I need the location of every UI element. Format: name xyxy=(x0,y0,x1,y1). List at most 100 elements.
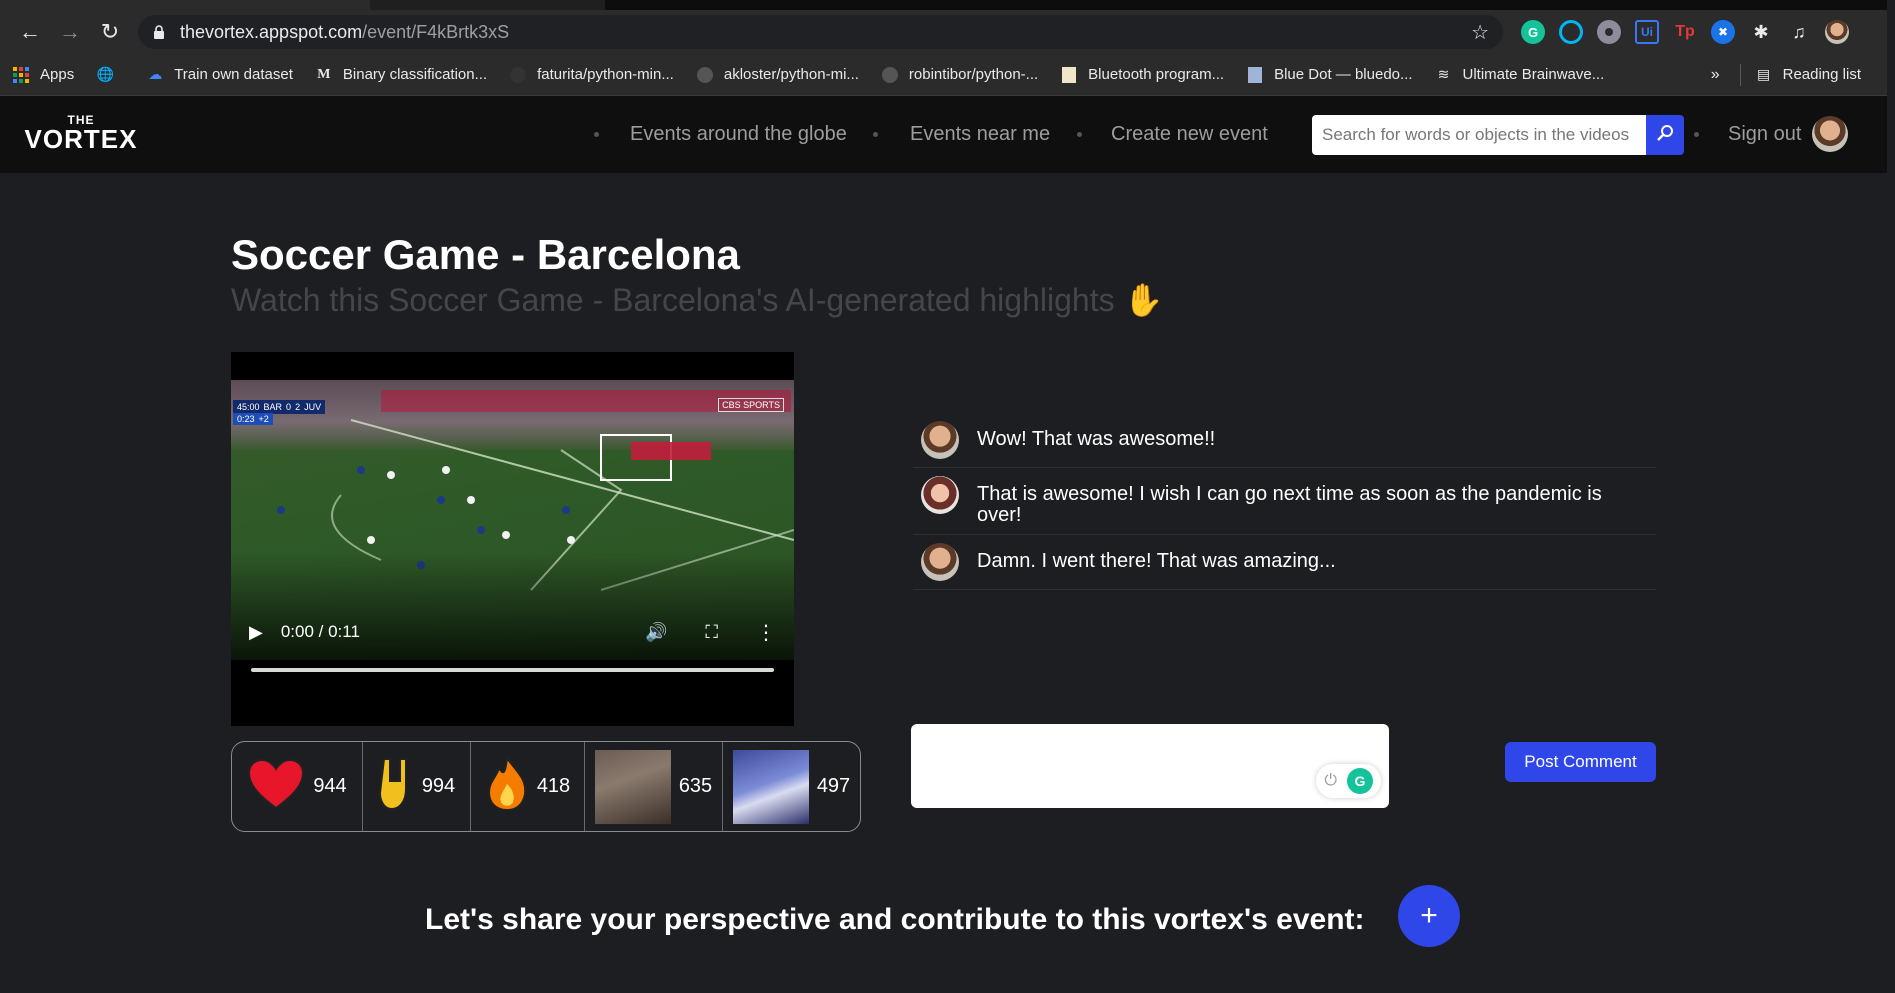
reload-icon[interactable]: ↻ xyxy=(90,12,130,52)
nav-create-event[interactable]: Create new event xyxy=(1111,96,1268,173)
video-time: 0:00 / 0:11 xyxy=(280,622,360,641)
bookmark-faturita[interactable]: faturita/python-min... xyxy=(509,66,674,84)
profile-avatar[interactable] xyxy=(1825,20,1849,44)
event-page: Soccer Game - Barcelona Watch this Socce… xyxy=(0,173,1895,993)
address-bar-row: ← → ↻ thevortex.appspot.com /event/F4kBr… xyxy=(0,10,1895,54)
search-icon xyxy=(1656,124,1674,147)
scoreboard-home-score: 0 xyxy=(286,402,292,412)
reading-list-label: Reading list xyxy=(1782,66,1861,83)
rock-on-icon: ✋ xyxy=(1123,282,1164,318)
grammarly-icon[interactable]: G xyxy=(1347,768,1373,794)
vortex-logo[interactable]: THE VORTEX xyxy=(22,114,140,152)
media-control-icon[interactable]: ♫ xyxy=(1787,20,1811,44)
github-icon xyxy=(881,66,899,84)
bookmarks-bar: Apps 🌐 ☁ Train own dataset M Binary clas… xyxy=(0,54,1895,96)
reaction-count: 635 xyxy=(678,775,713,797)
broadcaster-logo: CBS SPORTS xyxy=(718,398,784,412)
grammarly-ext-icon[interactable]: G xyxy=(1521,20,1545,44)
bookmark-globe[interactable]: 🌐 xyxy=(96,66,124,84)
google-cloud-icon: ☁ xyxy=(148,66,163,82)
scoreboard-away: JUV xyxy=(304,402,322,412)
power-icon[interactable]: ⏻ xyxy=(1324,772,1337,790)
bookmark-label: faturita/python-min... xyxy=(537,66,674,83)
rock-on-hand-icon xyxy=(378,757,414,816)
reaction-rock-on[interactable]: 994 xyxy=(363,742,471,831)
add-contribution-button[interactable]: + xyxy=(1398,885,1460,947)
scoreboard: 45:00 BAR 0 2 JUV xyxy=(233,400,326,414)
github-icon xyxy=(509,66,527,84)
video-player[interactable]: 45:00 BAR 0 2 JUV 0:23 +2 CBS SPORTS ▶ 0… xyxy=(231,352,794,726)
user-avatar[interactable] xyxy=(1812,116,1848,152)
bookmark-bluetooth[interactable]: Bluetooth program... xyxy=(1060,66,1224,84)
reactions-bar: 944 994 418 635 497 xyxy=(231,741,861,832)
bookmark-star-icon[interactable]: ☆ xyxy=(1471,20,1489,45)
scoreboard-away-score: 2 xyxy=(295,402,301,412)
url-host: thevortex.appspot.com xyxy=(180,21,363,42)
post-comment-button[interactable]: Post Comment xyxy=(1505,742,1656,782)
record-ext-icon[interactable] xyxy=(1597,20,1621,44)
comment-text: Damn. I went there! That was amazing... xyxy=(977,550,1336,572)
tab-strip-background xyxy=(605,0,1895,10)
circle-ext-icon[interactable] xyxy=(1559,20,1583,44)
comment-text: Wow! That was awesome!! xyxy=(977,428,1216,450)
bookmark-label: Apps xyxy=(40,66,75,83)
search-input[interactable] xyxy=(1312,115,1646,155)
comment-text: That is awesome! I wish I can go next ti… xyxy=(977,483,1602,526)
reaction-count: 497 xyxy=(816,775,851,797)
bookmark-label: Binary classification... xyxy=(342,66,488,83)
nav-separator-dot xyxy=(1694,132,1699,137)
forward-icon[interactable]: → xyxy=(50,12,90,52)
medium-icon: M xyxy=(317,66,331,82)
play-icon[interactable]: ▶ xyxy=(249,622,263,643)
translate-ext-icon[interactable]: ✖ xyxy=(1711,20,1735,44)
comment-input[interactable]: ⏻ G xyxy=(911,724,1389,808)
browser-tab[interactable] xyxy=(0,0,370,10)
event-subtitle-text: Watch this Soccer Game - Barcelona's AI-… xyxy=(231,282,1115,318)
site-header: THE VORTEX Events around the globe Event… xyxy=(0,96,1895,173)
bookmark-label: Bluetooth program... xyxy=(1088,66,1225,83)
sign-out-link[interactable]: Sign out xyxy=(1728,96,1801,173)
nav-events-near[interactable]: Events near me xyxy=(910,96,1050,173)
bookmark-label: Blue Dot — bluedo... xyxy=(1274,66,1413,83)
ui-ext-icon[interactable]: Ui xyxy=(1635,20,1659,44)
nav-events-globe[interactable]: Events around the globe xyxy=(630,96,847,173)
bookmark-binary-classification[interactable]: M Binary classification... xyxy=(315,66,487,84)
search-bar xyxy=(1312,115,1684,155)
bookmark-akloster[interactable]: akloster/python-mi... xyxy=(696,66,859,84)
bookmark-brainwave[interactable]: ≋ Ultimate Brainwave... xyxy=(1435,66,1605,84)
commenter-avatar xyxy=(921,421,959,459)
back-icon[interactable]: ← xyxy=(10,12,50,52)
scrollbar[interactable] xyxy=(1887,0,1895,993)
logo-bottom-text: VORTEX xyxy=(24,124,138,154)
fire-icon xyxy=(485,755,529,817)
github-icon xyxy=(696,66,714,84)
fullscreen-icon[interactable]: ⛶ xyxy=(705,622,718,643)
nav-separator-dot xyxy=(873,132,878,137)
scoreboard-added: +2 xyxy=(258,414,269,424)
commenter-avatar xyxy=(921,543,959,581)
tp-ext-icon[interactable]: Tp xyxy=(1673,20,1697,44)
reading-list[interactable]: ▤ Reading list xyxy=(1755,66,1861,84)
scoreboard-added-time: 0:23 +2 xyxy=(233,413,273,425)
reaction-gif-dance[interactable]: 635 xyxy=(585,742,723,831)
reaction-heart[interactable]: 944 xyxy=(232,742,363,831)
volume-icon[interactable]: 🔊 xyxy=(645,622,667,643)
reaction-fire[interactable]: 418 xyxy=(471,742,585,831)
video-controls: ▶ 0:00 / 0:11 🔊 ⛶ ⋮ xyxy=(231,612,794,652)
search-button[interactable] xyxy=(1646,115,1684,155)
browser-tab-strip xyxy=(0,0,1895,10)
globe-icon: 🌐 xyxy=(96,66,114,82)
more-bookmarks-chevron-icon[interactable]: » xyxy=(1711,66,1720,84)
comment-item: Damn. I went there! That was amazing... xyxy=(913,535,1656,590)
bookmark-apps[interactable]: Apps xyxy=(12,66,74,84)
url-bar[interactable]: thevortex.appspot.com /event/F4kBrtk3xS … xyxy=(138,15,1503,49)
doc-icon xyxy=(1246,66,1264,84)
bookmark-bluedot[interactable]: Blue Dot — bluedo... xyxy=(1246,66,1413,84)
bookmark-robintibor[interactable]: robintibor/python-... xyxy=(881,66,1038,84)
commenter-avatar xyxy=(921,476,959,514)
puzzle-extensions-icon[interactable]: ✱ xyxy=(1749,20,1773,44)
video-progress-bar[interactable] xyxy=(251,668,774,672)
reaction-gif-celebrate[interactable]: 497 xyxy=(723,742,860,831)
bookmark-train-dataset[interactable]: ☁ Train own dataset xyxy=(146,66,293,84)
more-options-icon[interactable]: ⋮ xyxy=(756,620,776,645)
